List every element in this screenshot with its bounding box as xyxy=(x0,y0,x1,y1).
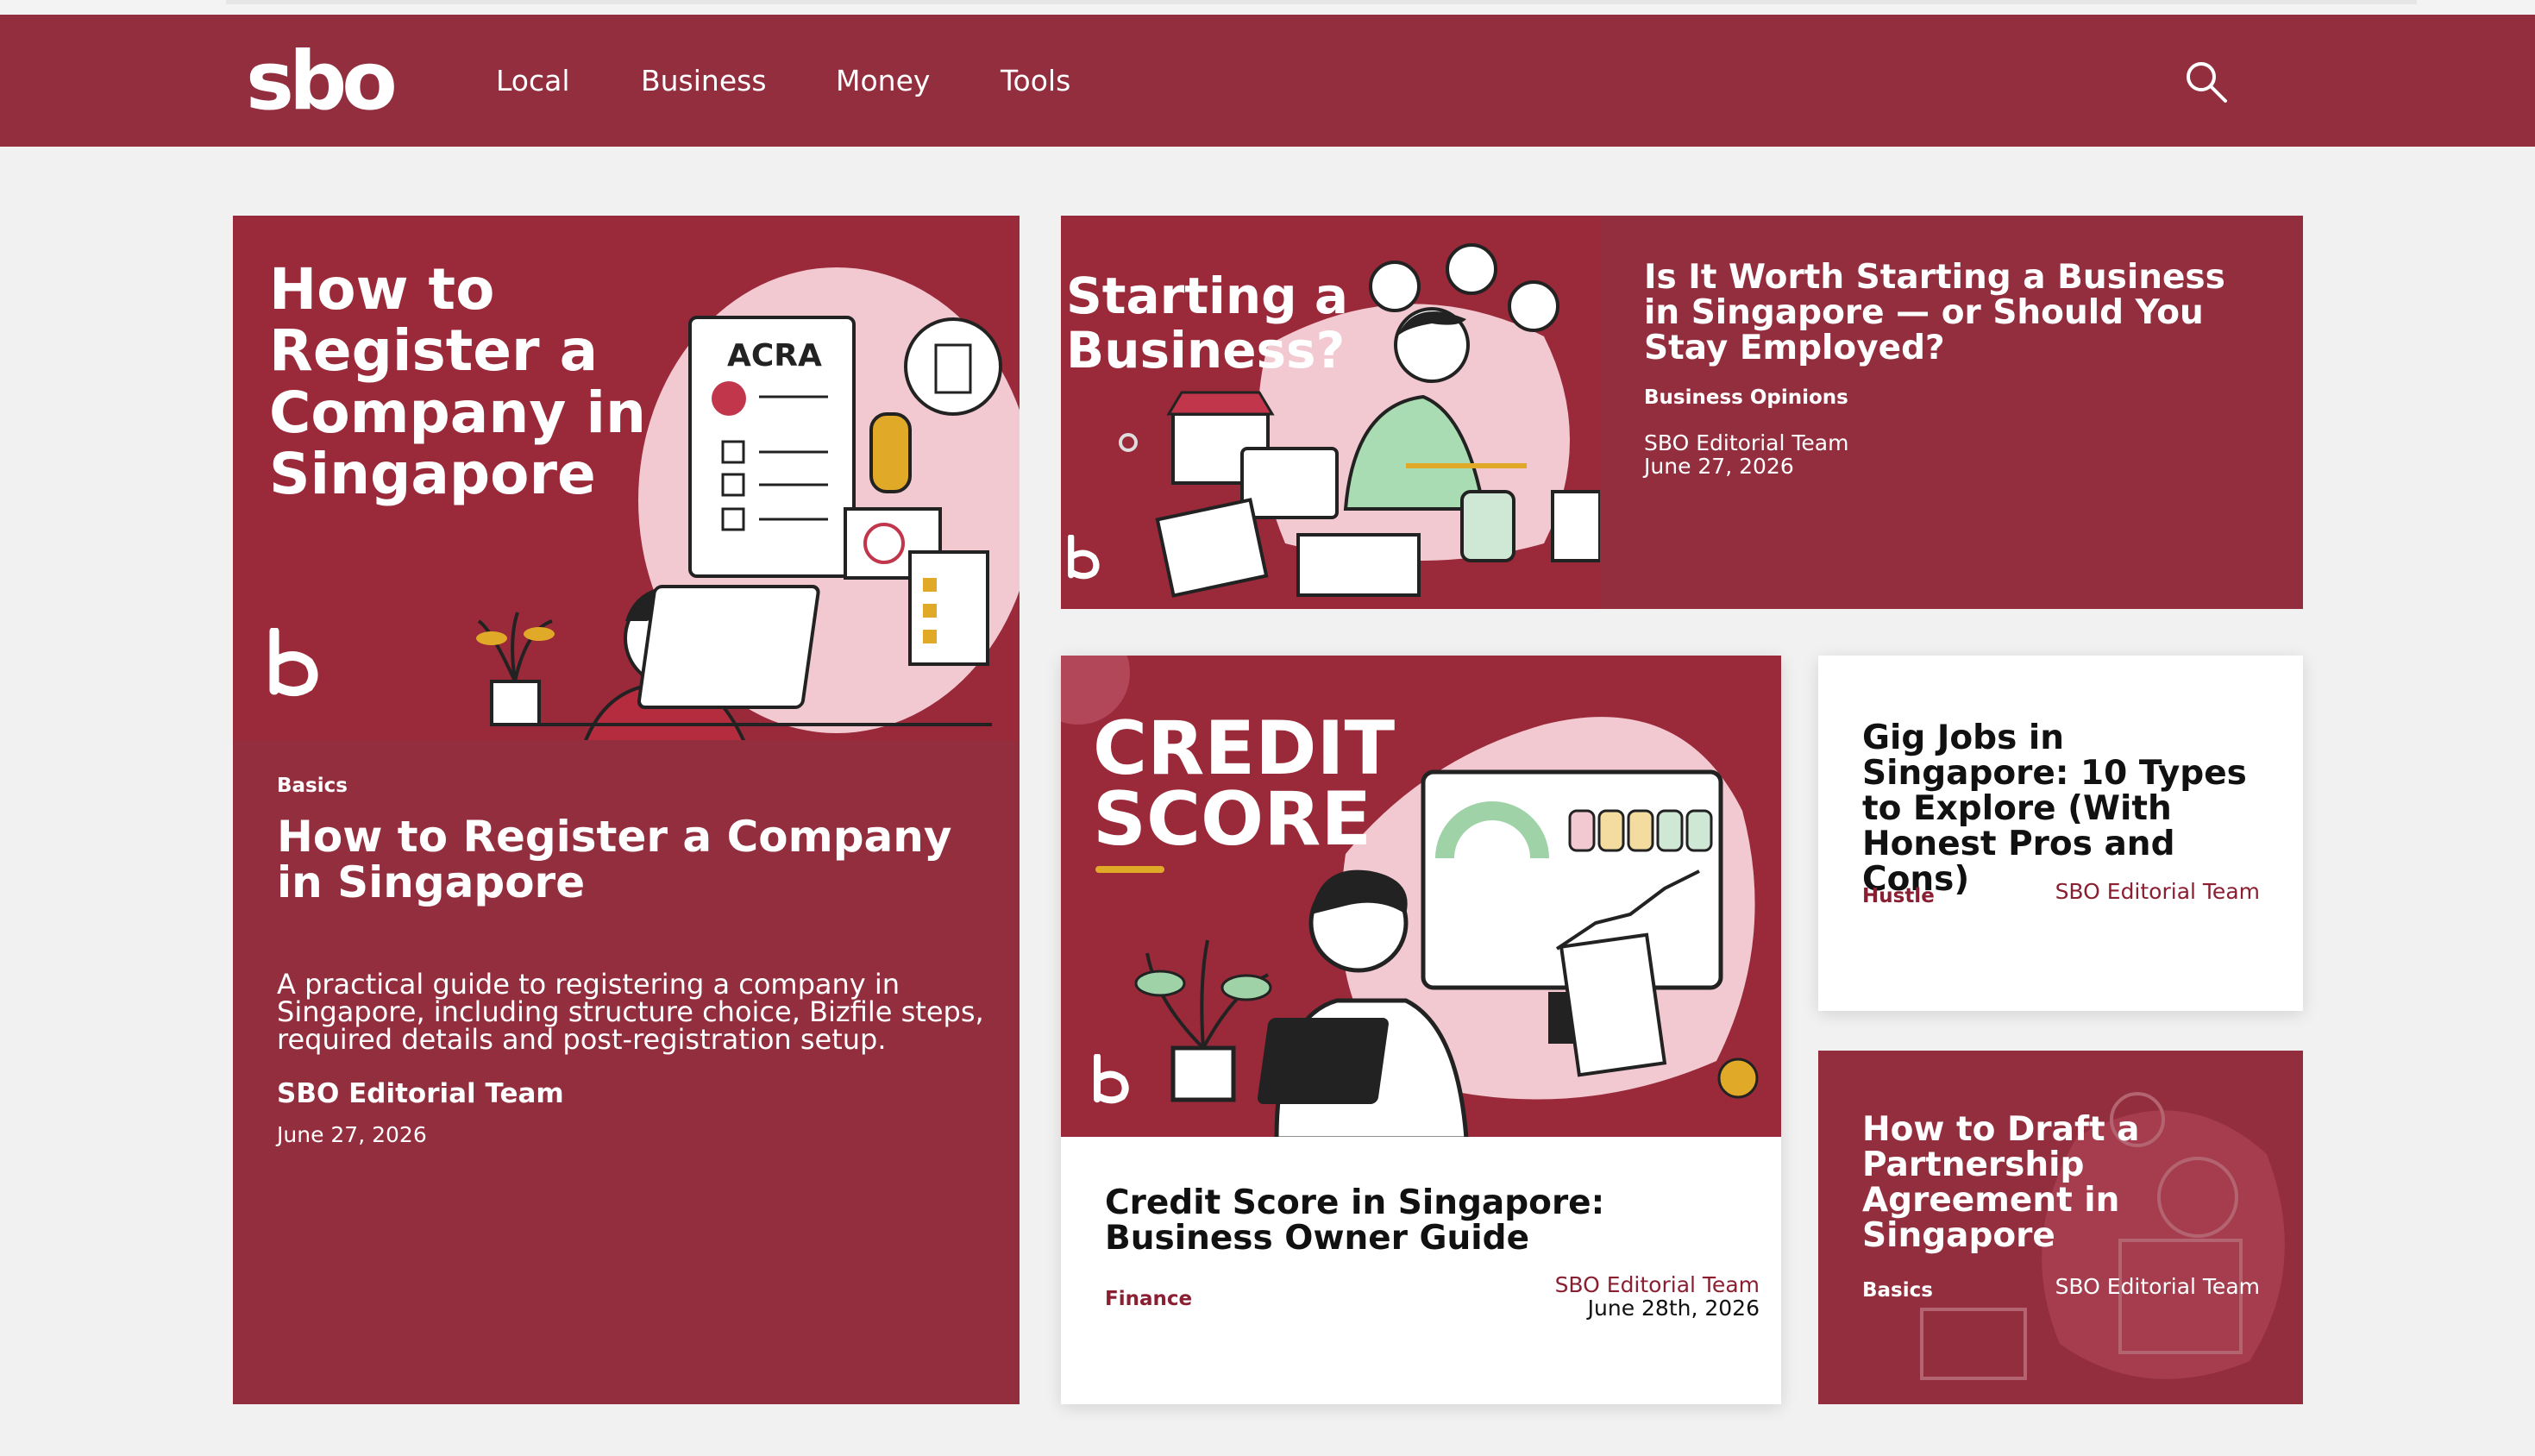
nav-item-money[interactable]: Money xyxy=(836,15,930,147)
nav-item-tools[interactable]: Tools xyxy=(1001,15,1070,147)
credit-score-image[interactable]: CREDIT SCORE xyxy=(1061,656,1781,1137)
partnership-card[interactable]: How to Draft a Partnership Agreement in … xyxy=(1818,1051,2303,1404)
credit-score-category[interactable]: Finance xyxy=(1105,1288,1192,1310)
partnership-category[interactable]: Basics xyxy=(1862,1279,1933,1302)
starting-business-title[interactable]: Is It Worth Starting a Business in Singa… xyxy=(1644,260,2265,367)
site-header: sbo Local Business Money Tools xyxy=(0,15,2535,147)
gig-jobs-title[interactable]: Gig Jobs in Singapore: 10 Types to Explo… xyxy=(1862,720,2276,898)
gig-jobs-author[interactable]: SBO Editorial Team xyxy=(2038,880,2260,903)
starting-business-author[interactable]: SBO Editorial Team xyxy=(1644,431,1848,455)
b-logo-icon xyxy=(269,628,318,696)
starting-business-date: June 27, 2026 xyxy=(1644,454,1794,479)
gig-jobs-category[interactable]: Hustle xyxy=(1862,885,1935,907)
featured-category[interactable]: Basics xyxy=(277,775,348,797)
credit-score-image-title: CREDIT SCORE xyxy=(1093,706,1396,863)
featured-article-image[interactable]: How to Register a Company in Singapore A… xyxy=(233,216,1020,740)
featured-excerpt: A practical guide to registering a compa… xyxy=(277,968,984,1056)
nav-item-local[interactable]: Local xyxy=(496,15,570,147)
featured-author[interactable]: SBO Editorial Team xyxy=(277,1079,564,1108)
credit-score-date: June 28th, 2026 xyxy=(1587,1296,1760,1321)
featured-image-title: How to Register a Company in Singapore xyxy=(269,256,646,507)
site-logo[interactable]: sbo xyxy=(246,39,398,125)
browser-top-strip xyxy=(0,0,2535,15)
search-icon[interactable] xyxy=(2184,60,2229,104)
partnership-title[interactable]: How to Draft a Partnership Agreement in … xyxy=(1862,1112,2224,1254)
starting-business-image[interactable]: Starting a Business? xyxy=(1061,216,1600,609)
nav-item-business[interactable]: Business xyxy=(641,15,767,147)
b-logo-icon xyxy=(1094,1054,1129,1104)
gig-jobs-card[interactable]: Gig Jobs in Singapore: 10 Types to Explo… xyxy=(1818,656,2303,1011)
starting-business-card[interactable]: Starting a Business? Is It Worth Startin… xyxy=(1061,216,2303,609)
credit-score-author[interactable]: SBO Editorial Team xyxy=(1527,1273,1760,1296)
acra-label: ACRA xyxy=(727,338,822,373)
featured-date: June 27, 2026 xyxy=(277,1122,427,1147)
starting-business-image-title: Starting a Business? xyxy=(1066,267,1348,380)
featured-article-card[interactable]: How to Register a Company in Singapore A… xyxy=(233,216,1020,1404)
starting-business-category[interactable]: Business Opinions xyxy=(1644,386,1848,409)
scroll-strip xyxy=(226,0,2417,4)
partnership-author[interactable]: SBO Editorial Team xyxy=(2038,1275,2260,1298)
credit-score-title[interactable]: Credit Score in Singapore: Business Owne… xyxy=(1105,1185,1760,1257)
b-logo-icon xyxy=(1068,535,1100,580)
featured-title[interactable]: How to Register a Company in Singapore xyxy=(277,814,993,905)
credit-score-card[interactable]: CREDIT SCORE Credit Score in Singapore: … xyxy=(1061,656,1781,1404)
